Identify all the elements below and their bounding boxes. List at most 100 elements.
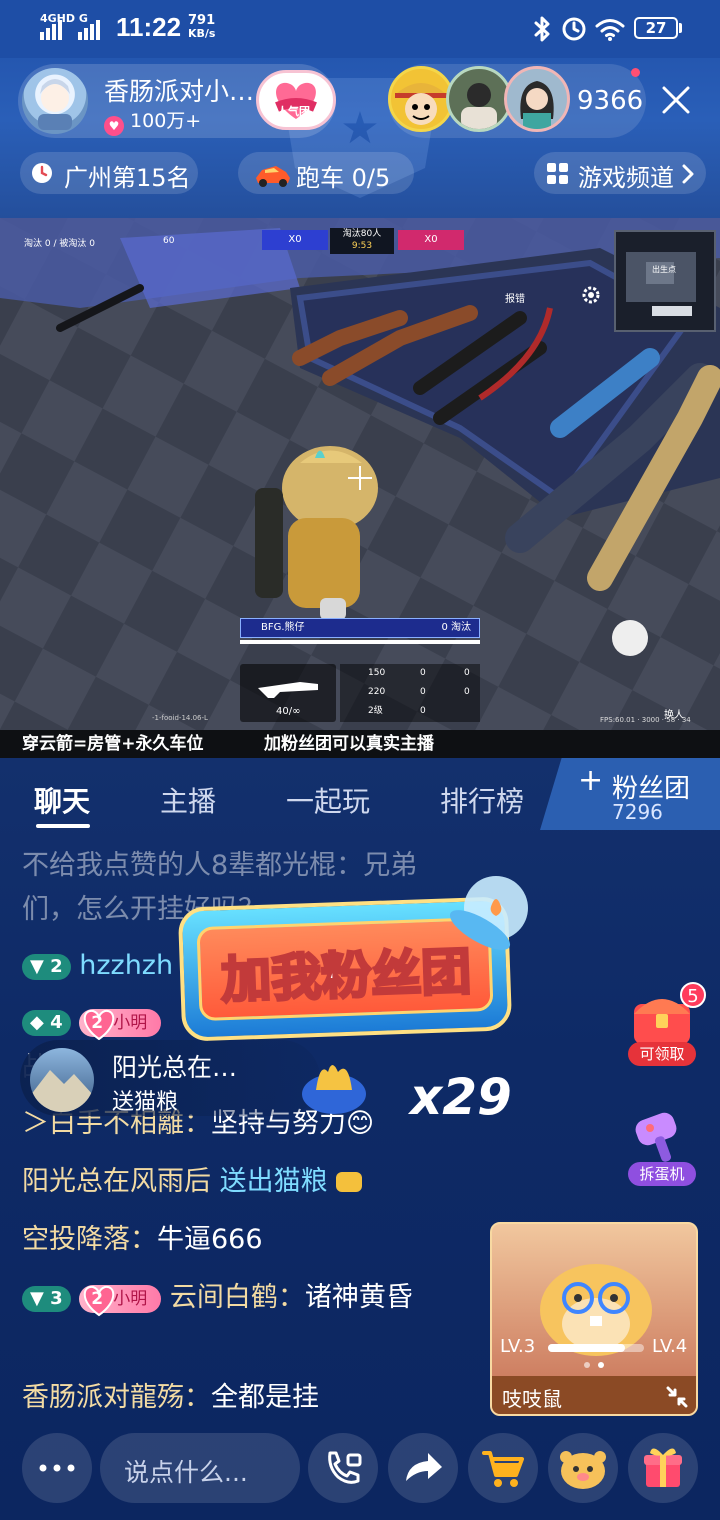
msg2-nick[interactable]: hzzhzh xyxy=(79,950,173,981)
svg-text:★: ★ xyxy=(340,103,379,154)
ufo-icon xyxy=(440,868,540,958)
msg6-text: 牛逼666 xyxy=(157,1224,263,1255)
match-center: 淘汰80人 9:53 xyxy=(330,228,394,254)
chest-badge: 5 xyxy=(680,982,706,1008)
msg1-nick[interactable]: 不给我点赞的人8辈都光棍： xyxy=(22,850,363,881)
minimap[interactable]: 出生点 xyxy=(614,230,716,332)
mountain-photo-icon xyxy=(30,1070,94,1112)
video-call-button[interactable] xyxy=(308,1433,378,1503)
remaining-players: 淘汰80人 xyxy=(342,229,382,239)
shopping-cart-icon xyxy=(482,1451,524,1487)
likes: ♥ 100万+ xyxy=(104,106,201,136)
streamer-name[interactable]: 香肠派对小… xyxy=(104,72,254,108)
chat-input[interactable]: 说点什么... xyxy=(100,1433,300,1503)
avatar-girl-icon xyxy=(520,81,554,129)
car-pill[interactable]: 跑车 0/5 xyxy=(238,152,414,194)
score-left-value: X0 xyxy=(288,234,302,245)
pet-button[interactable] xyxy=(548,1433,618,1503)
alarm-icon xyxy=(562,17,586,41)
shop-button[interactable] xyxy=(468,1433,538,1503)
msg8-nick[interactable]: 香肠派对龍殇： xyxy=(22,1382,211,1413)
notification-dot xyxy=(631,68,640,77)
status-bar: 4GHD G 11:22 791 KB/s 27 xyxy=(0,0,720,58)
fan-group-button[interactable]: 人气团 xyxy=(256,70,336,130)
close-icon[interactable] xyxy=(660,84,692,116)
health-bar xyxy=(240,640,480,644)
settings-icon[interactable] xyxy=(580,284,602,306)
fan-club-plus: + xyxy=(578,763,604,798)
battery-cap xyxy=(679,23,682,33)
msg3-level: 4 xyxy=(50,1011,63,1033)
msg5-nick[interactable]: 阳光总在风雨后 xyxy=(22,1166,211,1197)
tab-host[interactable]: 主播 xyxy=(160,780,216,820)
share-button[interactable] xyxy=(388,1433,458,1503)
inv-1: 150 xyxy=(368,668,386,678)
speed-value: 791 xyxy=(188,13,216,28)
inv-7: 0 xyxy=(464,668,470,678)
city-rank-pill[interactable]: 广州第15名 xyxy=(20,152,198,194)
banner-left: 穿云箭=房管+永久车位 xyxy=(22,734,204,754)
inv-3: 2级 xyxy=(368,706,383,716)
inv-5: 0 xyxy=(420,687,426,697)
speed-unit: KB/s xyxy=(188,27,216,40)
car-progress-label: 跑车 0/5 xyxy=(296,164,391,192)
inv-6: 0 xyxy=(420,706,426,716)
chat-input-placeholder: 说点什么... xyxy=(124,1458,248,1487)
network-indicator: 4GHD G xyxy=(38,12,108,40)
tab-chat[interactable]: 聊天 xyxy=(34,780,90,820)
weapon-slot[interactable]: 40/∞ xyxy=(240,664,336,722)
more-button[interactable] xyxy=(22,1433,92,1503)
viewer-avatar-3[interactable] xyxy=(504,66,570,132)
msg6-nick[interactable]: 空投降落： xyxy=(22,1224,157,1255)
tab-chat-label: 聊天 xyxy=(34,785,91,818)
game-channel-pill[interactable]: 游戏频道 xyxy=(534,152,706,194)
gift-item-icon xyxy=(294,1054,374,1114)
msg7-nick[interactable]: 云间白鹤： xyxy=(170,1282,305,1313)
battery-icon: 27 xyxy=(634,17,678,39)
msg7-fan-level: 2 xyxy=(91,1288,104,1309)
avatar-face-icon xyxy=(38,79,72,130)
viewer-avatar-1[interactable] xyxy=(388,66,454,132)
gift-popup: 阳光总在… 送猫粮 xyxy=(20,1040,320,1116)
pet-name: 吱吱鼠 xyxy=(502,1387,562,1411)
bluetooth-icon xyxy=(534,16,550,42)
viewer-avatar-2[interactable] xyxy=(446,66,512,132)
pet-progress-fill xyxy=(548,1344,625,1352)
player-bar-kills: 0 淘汰 xyxy=(441,622,471,633)
share-arrow-icon xyxy=(406,1453,442,1481)
tab-ranking[interactable]: 排行榜 xyxy=(440,780,524,820)
tab-play-together[interactable]: 一起玩 xyxy=(286,780,370,820)
match-timer: 9:53 xyxy=(351,241,373,251)
chat-message-6: 空投降落：牛逼666 xyxy=(22,1218,452,1262)
inventory-panel: 150 220 2级 0 0 0 0 0 xyxy=(340,664,480,722)
gift-sender-avatar[interactable] xyxy=(30,1048,94,1112)
rifle-icon xyxy=(258,682,318,698)
gift-sender-name: 阳光总在… xyxy=(112,1053,238,1082)
treasure-chest-button[interactable]: 5 可领取 xyxy=(628,982,706,1070)
user-level-badge: ◆ 4 xyxy=(22,1009,71,1036)
likes-count: 100万+ xyxy=(130,110,202,132)
sports-car-icon xyxy=(256,166,290,187)
streamer-avatar[interactable] xyxy=(22,68,88,134)
signal-icon xyxy=(40,20,100,40)
gift-button[interactable] xyxy=(628,1433,698,1503)
cat-food-icon xyxy=(336,1172,363,1192)
viewer-count[interactable]: 9366 xyxy=(577,86,643,116)
egg-machine-button[interactable]: 拆蛋机 xyxy=(628,1108,696,1186)
team-score-left: X0 xyxy=(262,230,328,250)
fan-group-label: 人气团 xyxy=(277,105,310,118)
pet-card[interactable]: LV.3 LV.4 吱吱鼠 xyxy=(490,1222,698,1416)
collapse-icon[interactable] xyxy=(666,1386,688,1408)
fan-club-tab[interactable]: + 粉丝团 7296 xyxy=(540,758,720,830)
battery-level: 27 xyxy=(645,19,667,37)
chest-badge-count: 5 xyxy=(687,986,699,1007)
fps-readout: FPS:60.01 · 3000 · 58 · 34 xyxy=(600,716,691,724)
live-video[interactable]: 淘汰 0 / 被淘汰 0 60 X0 淘汰80人 9:53 X0 出生点 报错 … xyxy=(0,218,720,758)
msg8-text: 全都是挂 xyxy=(211,1382,319,1413)
pet-page-dots xyxy=(584,1362,608,1368)
report-label[interactable]: 报错 xyxy=(505,290,525,305)
pet-level-right: LV.4 xyxy=(652,1336,688,1357)
chest-label: 可领取 xyxy=(628,1042,696,1066)
fan-badge: 2 小明 xyxy=(79,1284,162,1316)
fan-badge: 2 小明 xyxy=(79,1008,162,1040)
